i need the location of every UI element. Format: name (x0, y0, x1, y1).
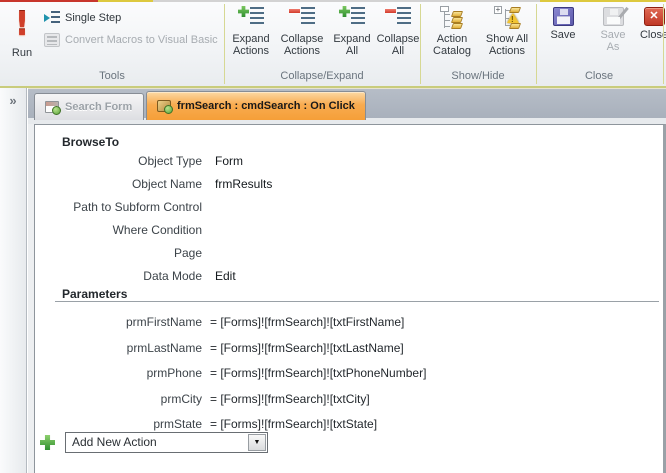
field-row: Object Name frmResults (35, 177, 663, 193)
expand-actions-icon (238, 6, 264, 30)
group-label-show-hide: Show/Hide (451, 70, 505, 82)
field-row: Page (35, 246, 663, 262)
convert-macros-label: Convert Macros to Visual Basic (65, 33, 218, 46)
parameter-row: prmState = [Forms]![frmSearch]![txtState… (35, 417, 663, 433)
access-macro-designer-window: ! Run Single Step Convert Macros to Visu… (0, 0, 666, 473)
collapse-actions-button[interactable]: Collapse Actions (277, 4, 327, 70)
expand-all-icon (339, 6, 365, 30)
field-value[interactable]: Edit (215, 269, 236, 283)
expand-nav-pane-chevron-icon[interactable]: » (0, 93, 26, 108)
field-value[interactable]: frmResults (215, 177, 272, 191)
parameter-name: prmFirstName (125, 315, 202, 329)
save-as-icon (602, 6, 629, 26)
parameter-name: prmLastName (126, 341, 202, 355)
macro-design-surface[interactable]: BrowseTo Object Type Form Object Name fr… (34, 124, 666, 473)
run-exclamation-icon: ! (14, 4, 30, 43)
macro-action-header[interactable]: BrowseTo (62, 135, 119, 149)
field-label: Where Condition (112, 223, 202, 237)
field-label: Data Mode (143, 269, 202, 283)
run-button-label: Run (11, 47, 33, 59)
run-button[interactable]: ! Run (2, 4, 42, 68)
parameter-name: prmPhone (146, 366, 202, 380)
parameter-row: prmCity = [Forms]![frmSearch]![txtCity] (35, 392, 663, 408)
parameter-value[interactable]: = [Forms]![frmSearch]![txtPhoneNumber] (210, 366, 426, 380)
parameter-name: prmCity (160, 392, 202, 406)
tab-active-label: frmSearch : cmdSearch : On Click (177, 100, 355, 112)
expand-all-label: Expand All (333, 33, 371, 57)
field-label: Object Type (138, 154, 202, 168)
navigation-pane-shutter-bar[interactable]: » (0, 88, 27, 473)
parameter-value[interactable]: = [Forms]![frmSearch]![txtFirstName] (210, 315, 404, 329)
tab-search-form-label: Search Form (65, 101, 133, 113)
save-icon (552, 7, 574, 26)
convert-macros-icon (44, 32, 60, 47)
ribbon-design-tab: ! Run Single Step Convert Macros to Visu… (0, 2, 666, 88)
group-label-collapse-expand: Collapse/Expand (280, 70, 364, 82)
expand-actions-button[interactable]: Expand Actions (228, 4, 274, 70)
parameter-value[interactable]: = [Forms]![frmSearch]![txtLastName] (210, 341, 404, 355)
expand-all-button[interactable]: Expand All (330, 4, 374, 70)
action-catalog-button[interactable]: Action Catalog (426, 4, 478, 70)
parameter-name: prmState (153, 417, 202, 431)
add-new-action-value: Add New Action (72, 435, 157, 449)
close-button[interactable]: ✕ Close (634, 4, 666, 70)
parameter-value[interactable]: = [Forms]![frmSearch]![txtCity] (210, 392, 370, 406)
save-as-button[interactable]: Save As (594, 4, 632, 70)
field-row: Object Type Form (35, 154, 663, 170)
dropdown-arrow-icon: ▼ (253, 439, 261, 446)
document-tab-strip: Search Form frmSearch : cmdSearch : On C… (28, 88, 666, 124)
tab-frmsearch-cmdsearch-onclick[interactable]: frmSearch : cmdSearch : On Click (146, 91, 366, 120)
single-step-button[interactable]: Single Step (44, 7, 121, 28)
parameter-row: prmPhone = [Forms]![frmSearch]![txtPhone… (35, 366, 663, 382)
field-label: Path to Subform Control (73, 200, 202, 214)
add-new-action-combobox[interactable]: Add New Action ▼ (65, 432, 268, 453)
convert-macros-button[interactable]: Convert Macros to Visual Basic (44, 29, 218, 50)
collapse-all-icon (385, 6, 411, 30)
save-as-label: Save As (600, 29, 626, 53)
field-label: Page (173, 246, 202, 260)
group-label-tools: Tools (99, 70, 125, 82)
single-step-label: Single Step (65, 11, 122, 24)
collapse-actions-icon (289, 6, 315, 30)
parameter-row: prmFirstName = [Forms]![frmSearch]![txtF… (35, 315, 663, 331)
tab-search-form[interactable]: Search Form (34, 93, 144, 120)
close-x-icon: ✕ (643, 7, 665, 26)
parameter-row: prmLastName = [Forms]![frmSearch]![txtLa… (35, 341, 663, 357)
collapse-all-button[interactable]: Collapse All (376, 4, 420, 70)
work-area: BrowseTo Object Type Form Object Name fr… (28, 124, 666, 473)
field-label: Object Name (131, 177, 202, 191)
expand-actions-label: Expand Actions (232, 33, 270, 57)
combobox-dropdown-button[interactable]: ▼ (248, 434, 266, 451)
field-row: Data Mode Edit (35, 269, 663, 285)
add-action-plus-icon[interactable] (40, 435, 55, 450)
parameters-divider (55, 301, 659, 302)
collapse-all-label: Collapse All (376, 33, 420, 57)
field-row: Path to Subform Control (35, 200, 663, 216)
save-button[interactable]: Save (544, 4, 582, 70)
action-catalog-label: Action Catalog (433, 33, 471, 57)
parameters-heading: Parameters (62, 287, 128, 301)
field-value[interactable]: Form (215, 154, 243, 168)
collapse-actions-label: Collapse Actions (280, 33, 324, 57)
show-all-actions-icon: + (494, 6, 522, 30)
form-icon (45, 101, 61, 115)
show-all-actions-button[interactable]: + Show All Actions (481, 4, 533, 70)
single-step-icon (44, 10, 60, 25)
field-row: Where Condition (35, 223, 663, 239)
macro-icon (157, 100, 173, 114)
action-catalog-icon (439, 6, 465, 30)
group-separator (663, 4, 664, 84)
show-all-actions-label: Show All Actions (485, 33, 529, 57)
save-label: Save (550, 29, 576, 41)
group-label-close: Close (584, 70, 614, 82)
parameter-value[interactable]: = [Forms]![frmSearch]![txtState] (210, 417, 377, 431)
